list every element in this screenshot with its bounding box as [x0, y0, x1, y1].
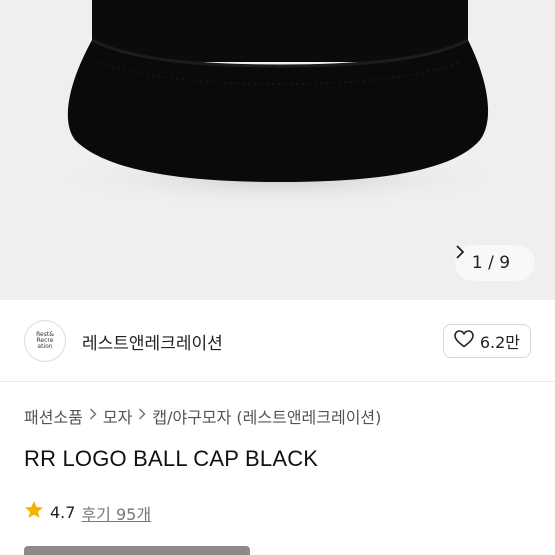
breadcrumb-item[interactable]: 캡/야구모자 (레스트앤레크레이션) [152, 404, 381, 428]
product-title: RR LOGO BALL CAP BLACK [24, 446, 319, 471]
like-button[interactable]: 6.2만 [442, 324, 531, 358]
chevron-right-icon [138, 408, 146, 424]
pager-text: 1 / 9 [471, 253, 511, 273]
seller-row[interactable]: Rest& Recre ation 레스트앤레크레이션 6.2만 [0, 300, 555, 382]
rating-score: 4.7 [50, 503, 76, 522]
review-count-link[interactable]: 후기 95개 [81, 501, 151, 525]
gallery-pager[interactable]: 1 / 9 [455, 245, 535, 281]
like-count: 6.2만 [479, 333, 520, 352]
rating-row: 4.7 후기 95개 [24, 500, 151, 525]
breadcrumb-item[interactable]: 모자 [103, 404, 132, 428]
product-image-gallery[interactable]: 1 / 9 [0, 0, 555, 300]
seller-logo[interactable]: Rest& Recre ation [24, 320, 66, 362]
breadcrumb: 패션소품 모자 캡/야구모자 (레스트앤레크레이션) [24, 404, 381, 428]
bottom-button[interactable] [24, 546, 250, 555]
breadcrumb-item[interactable]: 패션소품 [24, 404, 83, 428]
seller-name[interactable]: 레스트앤레크레이션 [82, 329, 443, 354]
heart-outline-icon [454, 330, 474, 352]
star-icon [24, 500, 44, 525]
chevron-right-icon [89, 408, 97, 424]
